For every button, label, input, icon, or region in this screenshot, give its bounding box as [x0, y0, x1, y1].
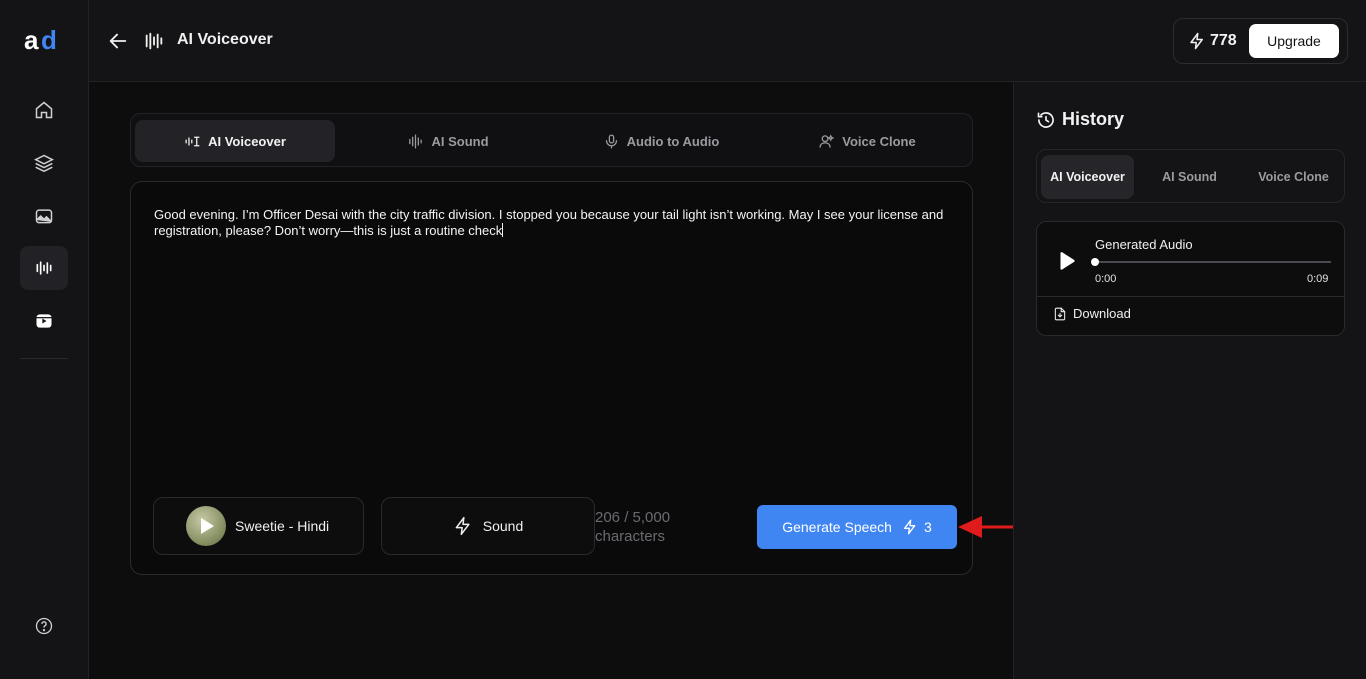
mode-tabs: AI Voiceover AI Sound Audio to Audio Voi… — [130, 113, 973, 167]
svg-text:a: a — [24, 28, 39, 54]
help-icon — [35, 617, 53, 635]
voiceover-icon — [185, 136, 200, 146]
audio-time-end: 0:09 — [1307, 273, 1329, 285]
tab-ai-sound[interactable]: AI Sound — [348, 120, 548, 162]
script-editor[interactable]: Good evening. I’m Officer Desai with the… — [130, 181, 973, 575]
voice-selector-button[interactable]: Sweetie - Hindi — [153, 497, 364, 555]
tab-voice-clone[interactable]: Voice Clone — [767, 120, 967, 162]
lightning-icon — [455, 516, 470, 536]
tab-label: Voice Clone — [842, 133, 916, 149]
char-count-unit: characters — [595, 528, 666, 545]
voice-label: Sweetie - Hindi — [235, 518, 330, 534]
audio-progress-knob[interactable] — [1091, 258, 1099, 266]
home-icon — [35, 101, 53, 119]
history-tabs: AI Voiceover AI Sound Voice Clone — [1036, 149, 1345, 203]
lightning-icon — [1190, 32, 1203, 50]
sound-button[interactable]: Sound — [381, 497, 595, 555]
play-icon — [201, 518, 214, 534]
audio-wave-icon — [36, 261, 52, 275]
microphone-icon — [605, 133, 617, 149]
play-icon[interactable] — [1055, 250, 1077, 272]
sidebar-item-help[interactable] — [20, 604, 68, 648]
download-file-icon — [1054, 307, 1066, 320]
voice-avatar — [186, 506, 226, 546]
svg-text:d: d — [41, 28, 57, 54]
generate-speech-button[interactable]: Generate Speech 3 — [757, 505, 957, 549]
generate-label: Generate Speech — [782, 519, 892, 535]
voice-clone-icon — [819, 133, 835, 148]
char-count-value: 206 / 5,000 — [595, 509, 671, 526]
sidebar: a d — [0, 0, 89, 679]
upgrade-button[interactable]: Upgrade — [1249, 24, 1339, 58]
history-tab-ai-sound[interactable]: AI Sound — [1143, 155, 1236, 199]
audio-progress-track[interactable] — [1095, 261, 1331, 263]
tab-label: Audio to Audio — [626, 133, 720, 149]
audio-title: Generated Audio — [1095, 237, 1193, 252]
back-arrow-icon[interactable] — [107, 30, 129, 52]
history-heading: History — [1036, 109, 1124, 130]
sidebar-item-audio[interactable] — [20, 246, 68, 290]
character-counter: 206 / 5,000 characters — [595, 508, 705, 546]
credits-box: 778 Upgrade — [1173, 18, 1348, 64]
tab-audio-to-audio[interactable]: Audio to Audio — [561, 120, 761, 162]
script-text: Good evening. I’m Officer Desai with the… — [154, 207, 944, 238]
history-panel: History AI Voiceover AI Sound Voice Clon… — [1013, 82, 1366, 679]
video-icon — [36, 314, 52, 328]
script-text-area[interactable]: Good evening. I’m Officer Desai with the… — [154, 207, 954, 239]
credits-count: 778 — [1210, 32, 1237, 49]
history-clock-icon — [1037, 111, 1054, 128]
tab-ai-voiceover[interactable]: AI Voiceover — [135, 120, 335, 162]
download-label: Download — [1073, 306, 1131, 321]
text-caret — [502, 223, 504, 237]
tab-label: AI Sound — [431, 133, 489, 149]
sidebar-item-ai-image[interactable] — [20, 194, 68, 238]
history-tab-ai-voiceover[interactable]: AI Voiceover — [1041, 155, 1134, 199]
app-logo[interactable]: a d — [24, 28, 64, 54]
sidebar-divider — [20, 358, 68, 359]
sound-wave-icon — [409, 133, 423, 149]
download-button[interactable]: Download — [1053, 306, 1131, 321]
layers-icon — [34, 154, 54, 173]
sidebar-item-video[interactable] — [20, 299, 68, 343]
generated-audio-card: Generated Audio 0:00 0:09 Download — [1036, 221, 1345, 336]
sidebar-item-home[interactable] — [20, 88, 68, 132]
tab-label: AI Voiceover — [208, 133, 286, 149]
ai-image-icon — [35, 209, 53, 224]
page-title: AI Voiceover — [177, 31, 273, 48]
audio-time-start: 0:00 — [1095, 273, 1117, 285]
audio-wave-icon — [145, 32, 163, 50]
sound-label: Sound — [482, 518, 524, 534]
history-tab-voice-clone[interactable]: Voice Clone — [1245, 155, 1342, 199]
history-title: History — [1062, 109, 1125, 129]
generate-cost: 3 — [923, 519, 932, 535]
top-header: AI Voiceover 778 Upgrade — [89, 0, 1366, 82]
main-panel: AI Voiceover AI Sound Audio to Audio Voi… — [89, 82, 1013, 679]
lightning-icon — [903, 519, 916, 535]
sidebar-item-layers[interactable] — [20, 141, 68, 185]
card-divider — [1037, 296, 1344, 297]
